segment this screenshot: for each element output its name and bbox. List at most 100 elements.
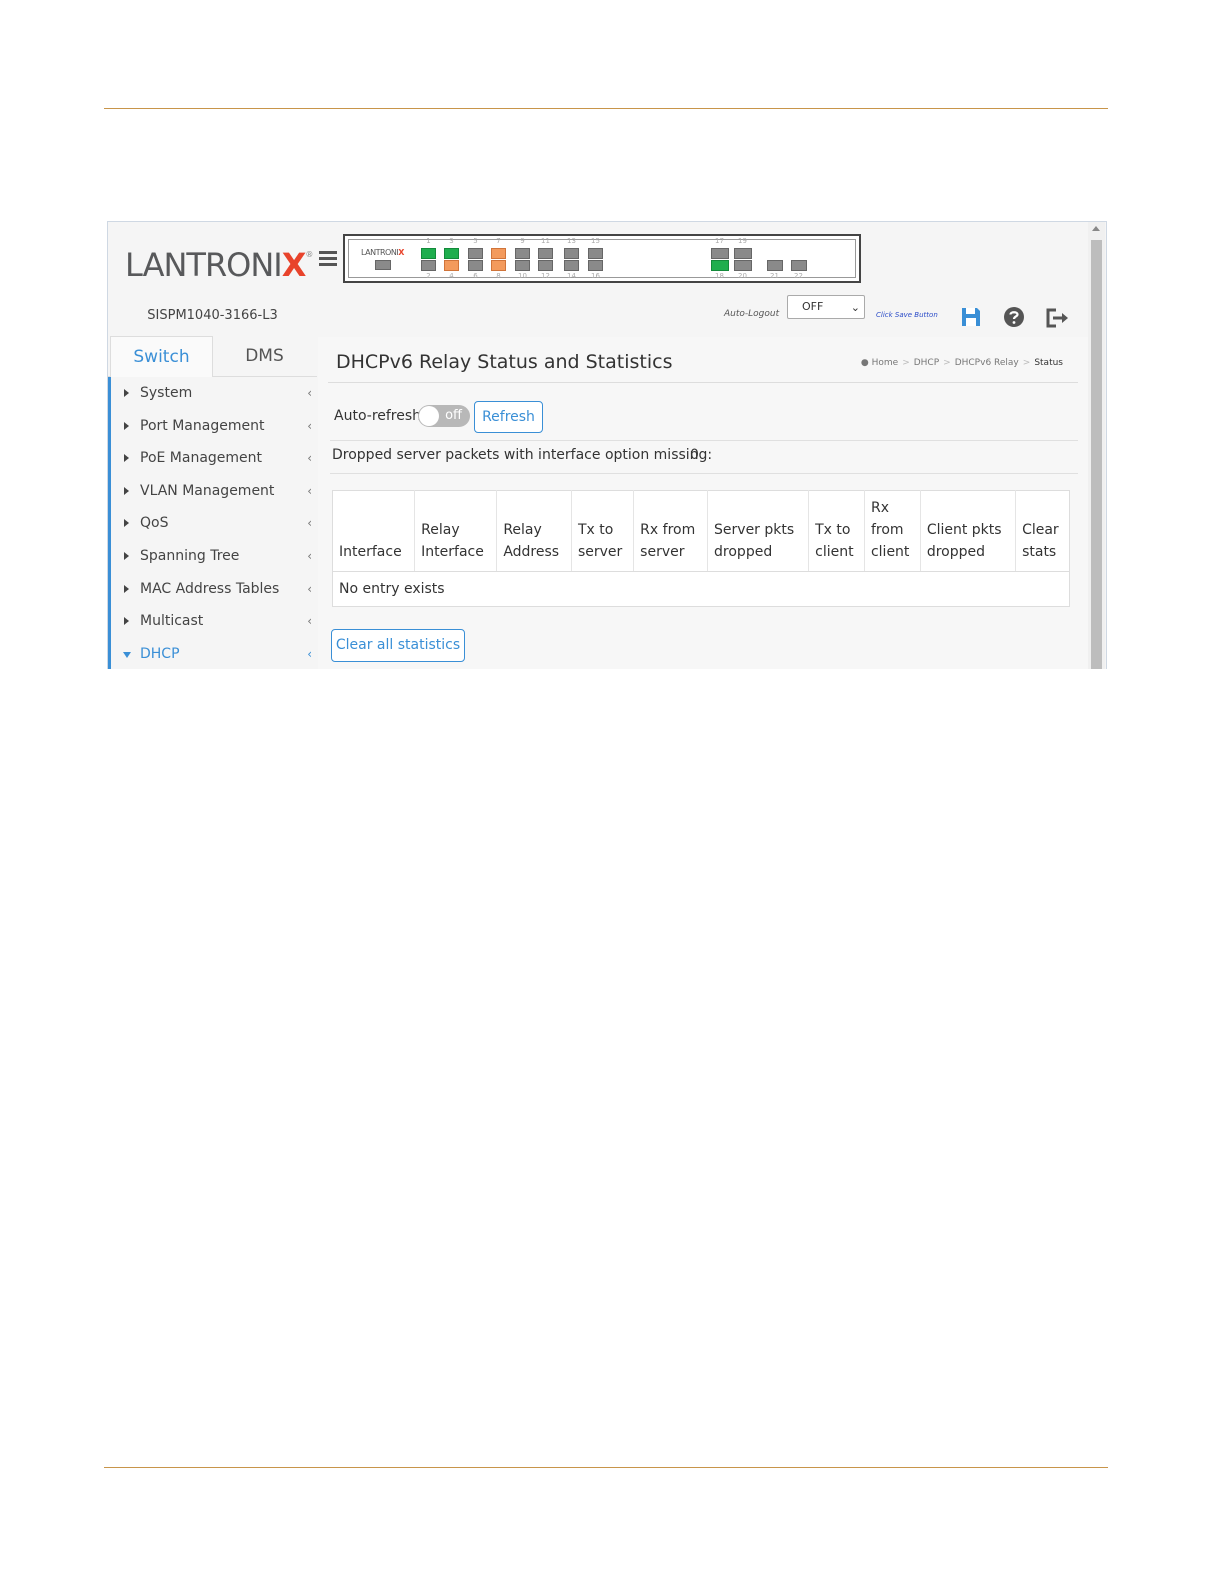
port-20[interactable] — [734, 260, 752, 271]
caret-right-icon — [124, 519, 129, 528]
col-rx-from-client: Rx from client — [863, 490, 921, 572]
sidebar-item-system[interactable]: System ‹ — [111, 377, 320, 410]
port-16[interactable] — [588, 260, 603, 271]
auto-logout-select[interactable]: OFF ⌄ — [787, 295, 865, 319]
col-tx-to-server: Tx to server — [570, 490, 634, 572]
port-number: 12 — [541, 272, 550, 280]
col-interface: Interface — [332, 490, 415, 572]
sidebar-item-label: Spanning Tree — [140, 547, 240, 564]
breadcrumb-separator: > — [902, 358, 910, 368]
port-2[interactable] — [421, 260, 436, 271]
port-number: 4 — [449, 272, 454, 280]
caret-down-icon — [123, 651, 131, 658]
sidebar-item-multicast[interactable]: Multicast ‹ — [111, 605, 320, 638]
caret-right-icon — [124, 454, 129, 463]
header-text: client — [815, 544, 854, 560]
sidebar-item-port-management[interactable]: Port Management ‹ — [111, 410, 320, 443]
port-1[interactable] — [421, 248, 436, 259]
page-top-rule — [104, 108, 1108, 109]
chevron-left-icon: ‹ — [307, 418, 312, 433]
dropped-packets-label: Dropped server packets with interface op… — [332, 447, 713, 463]
header-text: Tx to — [577, 522, 614, 538]
clear-all-statistics-button[interactable]: Clear all statistics — [331, 629, 465, 662]
caret-right-icon — [124, 584, 129, 593]
help-icon[interactable] — [1003, 306, 1025, 328]
port-5[interactable] — [468, 248, 483, 259]
port-number: 14 — [567, 272, 576, 280]
port-6[interactable] — [468, 260, 483, 271]
sidebar-item-qos[interactable]: QoS ‹ — [111, 507, 320, 540]
col-clear-stats: Clear stats — [1015, 490, 1070, 572]
auto-logout-label: Auto-Logout — [724, 309, 780, 319]
dropped-packets-value: 0 — [690, 447, 699, 463]
sidebar-item-dhcp[interactable]: DHCP ‹ — [111, 638, 320, 669]
port-number: 1 — [426, 237, 431, 245]
port-4[interactable] — [444, 260, 459, 271]
port-11[interactable] — [538, 248, 553, 259]
sidebar-item-poe-management[interactable]: PoE Management ‹ — [111, 442, 320, 475]
port-9[interactable] — [515, 248, 530, 259]
sidebar-item-spanning-tree[interactable]: Spanning Tree ‹ — [111, 540, 320, 573]
refresh-button[interactable]: Refresh — [474, 401, 543, 433]
port-13[interactable] — [564, 248, 579, 259]
auto-refresh-toggle[interactable]: off — [418, 405, 470, 427]
port-number: 7 — [496, 237, 501, 245]
app-window: LANTRONIX® SISPM1040-3166-L3 Switch DMS … — [107, 221, 1107, 669]
header-text: Address — [503, 544, 560, 560]
logout-icon[interactable] — [1045, 308, 1071, 328]
header-text: from — [870, 522, 904, 538]
port-22[interactable] — [791, 260, 807, 271]
port-number: 22 — [794, 272, 803, 280]
main-content: DHCPv6 Relay Status and Statistics ● Hom… — [318, 337, 1088, 669]
sidebar-item-label: QoS — [140, 515, 169, 532]
save-icon[interactable] — [960, 306, 982, 328]
header-text: Tx to — [815, 522, 851, 538]
lantronix-logo: LANTRONIX® — [125, 246, 313, 284]
port-18[interactable] — [711, 260, 729, 271]
sidebar-item-label: VLAN Management — [140, 482, 275, 499]
toggle-state: off — [445, 408, 462, 423]
caret-right-icon — [124, 551, 129, 560]
scrollbar-thumb[interactable] — [1091, 240, 1102, 669]
port-3[interactable] — [444, 248, 459, 259]
breadcrumb-dhcpv6-relay[interactable]: DHCPv6 Relay — [955, 358, 1019, 368]
port-7[interactable] — [491, 248, 506, 259]
logo-text: LANTRONI — [125, 246, 283, 284]
port-8[interactable] — [491, 260, 506, 271]
sidebar-item-mac-address-tables[interactable]: MAC Address Tables ‹ — [111, 573, 320, 606]
col-server-pkts-dropped: Server pkts dropped — [707, 490, 809, 572]
port-number: 15 — [591, 237, 600, 245]
port-19[interactable] — [734, 248, 752, 259]
chevron-left-icon: ‹ — [307, 548, 312, 563]
relay-stats-table: Interface Relay Interface Relay Address Tx… — [332, 490, 1070, 607]
header-text: Rx — [870, 500, 889, 516]
port-10[interactable] — [515, 260, 530, 271]
breadcrumb-home[interactable]: Home — [872, 358, 899, 368]
caret-right-icon — [124, 389, 129, 397]
port-number: 21 — [770, 272, 779, 280]
hamburger-menu-icon[interactable] — [319, 251, 337, 267]
port-15[interactable] — [588, 248, 603, 259]
port-21[interactable] — [767, 260, 783, 271]
scroll-up-arrow-icon[interactable] — [1092, 226, 1100, 231]
sidebar-item-vlan-management[interactable]: VLAN Management ‹ — [111, 475, 320, 508]
port-number: 11 — [541, 237, 550, 245]
col-relay-interface: Relay Interface — [414, 490, 497, 572]
panel-mini-logo: LANTRONIX — [361, 248, 404, 257]
port-12[interactable] — [538, 260, 553, 271]
header-text: Relay — [421, 522, 460, 538]
port-14[interactable] — [564, 260, 579, 271]
tab-dms[interactable]: DMS — [212, 336, 317, 376]
port-17[interactable] — [711, 248, 729, 259]
header-text: Client pkts — [926, 522, 1002, 538]
port-number: 8 — [496, 272, 501, 280]
sidebar-item-label: DHCP — [140, 645, 180, 662]
auto-refresh-label: Auto-refresh — [334, 408, 422, 424]
header-text: dropped — [926, 544, 985, 560]
chevron-left-icon: ‹ — [307, 386, 312, 400]
header-text: client — [870, 544, 910, 560]
tab-switch[interactable]: Switch — [110, 336, 213, 377]
breadcrumb-dhcp[interactable]: DHCP — [914, 358, 939, 368]
vertical-scrollbar[interactable] — [1088, 222, 1105, 669]
header-text: Interface — [421, 544, 484, 560]
